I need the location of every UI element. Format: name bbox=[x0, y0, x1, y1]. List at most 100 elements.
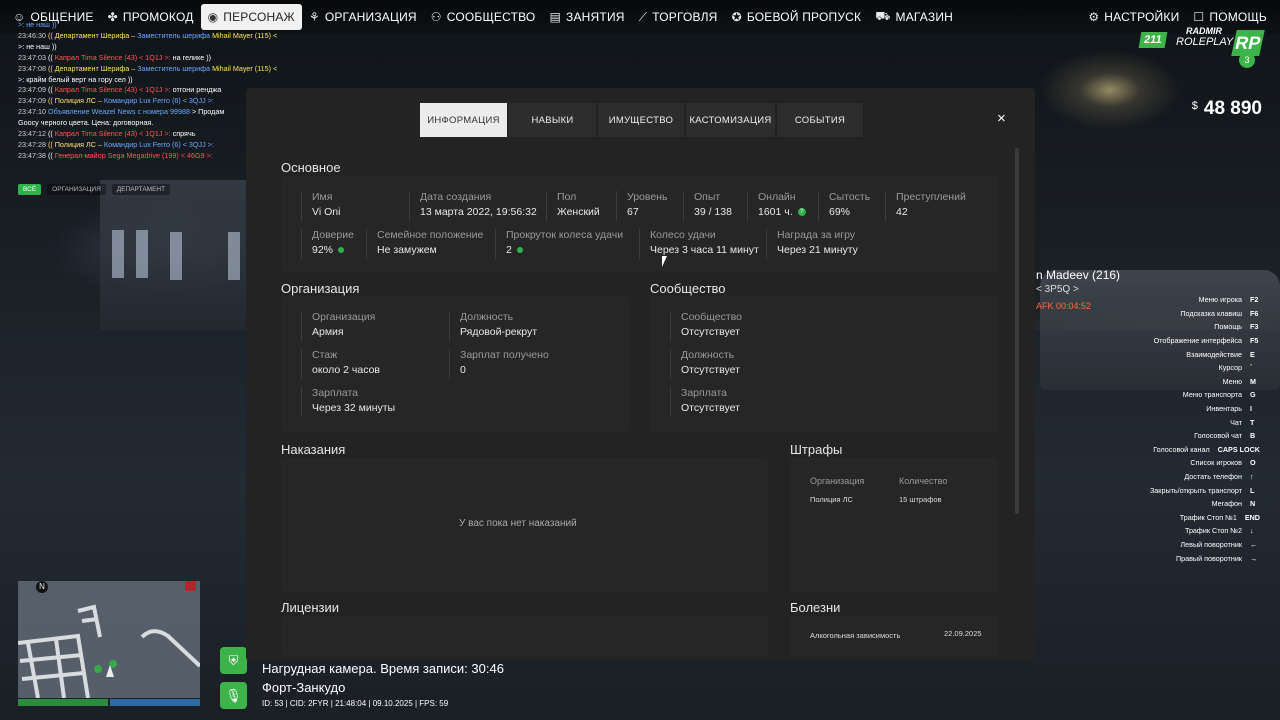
chat-segment: (( Полиция ЛС – bbox=[47, 139, 104, 149]
nav-label: МАГАЗИН bbox=[895, 10, 954, 24]
chat-tab[interactable]: ВСЁ bbox=[18, 184, 42, 195]
question-icon[interactable]: ? bbox=[797, 208, 806, 216]
field-satiety: Сытость 69% bbox=[818, 191, 870, 221]
field-value: Через 32 минуты bbox=[312, 402, 396, 414]
field-label: Онлайн bbox=[758, 191, 796, 203]
chat-message: 23:47:09(( Капрал Tima Silence (43) < 1Q… bbox=[18, 85, 278, 96]
nav-item-trade-chart[interactable]: ⟋ ТОРГОВЛЯ bbox=[632, 4, 725, 30]
nav-item-organization[interactable]: ⚘ ОРГАНИЗАЦИЯ bbox=[302, 4, 424, 30]
spins-value: 2 bbox=[506, 244, 512, 256]
chat-log: >: не наш )) 23:46:30(( Департамент Шериф… bbox=[18, 20, 278, 162]
chat-tab[interactable]: ОРГАНИЗАЦИЯ bbox=[47, 184, 106, 195]
character-modal: ИНФОРМАЦИЯ НАВЫКИ ИМУЩЕСТВО КАСТОМИЗАЦИЯ СОБ… bbox=[246, 88, 1035, 661]
keybind-label: Курсор bbox=[1218, 363, 1242, 373]
community-icon: ⚇ bbox=[430, 10, 442, 24]
chat-message: >: не наш )) bbox=[18, 20, 278, 31]
tab-кастомизация[interactable]: КАСТОМИЗАЦИЯ bbox=[686, 103, 775, 137]
field-community: Сообщество Отсутствует bbox=[670, 311, 742, 341]
field-value: Через 3 часа 11 минут bbox=[650, 244, 759, 256]
modal-tabs: ИНФОРМАЦИЯ НАВЫКИ ИМУЩЕСТВО КАСТОМИЗАЦИЯ СОБ… bbox=[420, 103, 865, 137]
chat-segment: 23:46:30 bbox=[18, 30, 46, 40]
chat-segment: > Продам bbox=[191, 107, 225, 117]
close-button[interactable]: × bbox=[997, 110, 1006, 127]
scrollbar[interactable] bbox=[1015, 148, 1019, 514]
session-status: ID: 53 | CID: 2FYR | 21:48:04 | 09.10.20… bbox=[262, 699, 449, 708]
nav-item-cart[interactable]: ⛟ МАГАЗИН bbox=[868, 4, 960, 30]
keybind-key: M bbox=[1250, 376, 1256, 386]
nav-item-clipboard[interactable]: ▤ ЗАНЯТИЯ bbox=[542, 4, 631, 30]
panel-fines: Организация Количество Полиция ЛС 15 штр… bbox=[790, 458, 998, 592]
minimap-alert-icon bbox=[185, 581, 196, 591]
section-title-community: Сообщество bbox=[650, 281, 726, 296]
keybind-hints: Меню игрока F2 Подсказка клавиш F6 Помощь F3 О… bbox=[1060, 293, 1260, 565]
panel-punishments: У вас пока нет наказаний bbox=[281, 458, 768, 592]
field-value: Армия bbox=[312, 326, 344, 338]
field-label: Сообщество bbox=[681, 311, 742, 323]
keybind-key: CAPS LOCK bbox=[1217, 444, 1260, 454]
chat-segment: (( Департамент Шерифа – bbox=[47, 30, 138, 40]
field-tenure: Стаж около 2 часов bbox=[301, 349, 380, 379]
field-label: Зарплат получено bbox=[460, 349, 549, 361]
chat-segment: 23:47:12 bbox=[18, 129, 46, 139]
keybind-row: Отображение интерфейса F5 bbox=[1060, 334, 1260, 348]
chat-segment: >: не наш )) bbox=[18, 41, 57, 51]
keybind-label: Меню bbox=[1222, 376, 1242, 386]
scrollbar-thumb[interactable] bbox=[1015, 148, 1019, 514]
money-display: $ 48 890 bbox=[1192, 98, 1262, 120]
tab-имущество[interactable]: ИМУЩЕСТВО bbox=[598, 103, 684, 137]
panel-organization: Организация Армия Должность Рядовой-рекр… bbox=[281, 296, 629, 432]
tab-навыки[interactable]: НАВЫКИ bbox=[509, 103, 596, 137]
keybind-row: Взаимодействие E bbox=[1060, 347, 1260, 361]
chat-tab[interactable]: ДЕПАРТАМЕНТ bbox=[111, 184, 171, 195]
chat-segment: Объявление Weazel News bbox=[47, 107, 138, 117]
keybind-row: Мегафон N bbox=[1060, 497, 1260, 511]
field-label: Доверие bbox=[312, 229, 354, 241]
field-value: Женский bbox=[557, 206, 600, 218]
nav-item-battle-pass[interactable]: ✪ БОЕВОЙ ПРОПУСК bbox=[725, 4, 869, 30]
keybind-key: T bbox=[1250, 417, 1255, 427]
field-online: Онлайн 1601 ч.? bbox=[747, 191, 806, 221]
tab-события[interactable]: СОБЫТИЯ bbox=[777, 103, 863, 137]
field-value: Отсутствует bbox=[681, 402, 740, 414]
chat-segment: >: крайм белый верт на горy сел )) bbox=[18, 74, 133, 84]
keybind-label: Взаимодействие bbox=[1186, 349, 1242, 359]
server-logo: 211 RADMIR ROLEPLAY RP 3 bbox=[1138, 26, 1268, 74]
help-chat-icon: ☐ bbox=[1193, 10, 1205, 24]
tab-информация[interactable]: ИНФОРМАЦИЯ bbox=[420, 103, 507, 137]
mouse-cursor-icon bbox=[662, 256, 667, 267]
fines-col-org: Организация bbox=[810, 476, 865, 486]
microphone-icon[interactable]: 🎙 bbox=[220, 682, 247, 709]
chat-segment: 23:47:03 bbox=[18, 52, 46, 62]
keybind-row: Помощь F3 bbox=[1060, 320, 1260, 334]
keybind-label: Чат bbox=[1230, 417, 1242, 427]
chat-segment: Goocy черного цвета. Цена: договорная. bbox=[18, 118, 154, 128]
chat-tabs: ВСЁ ОРГАНИЗАЦИЯ ДЕПАРТАМЕНТ bbox=[18, 184, 171, 195]
field-value: Через 21 минуту bbox=[777, 244, 858, 256]
keybind-row: Голосовой канал CAPS LOCK bbox=[1060, 443, 1260, 457]
keybind-label: Помощь bbox=[1214, 322, 1242, 332]
keybind-key: ↑ bbox=[1250, 472, 1254, 482]
field-label: Организация bbox=[312, 311, 376, 323]
nav-label: ТОРГОВЛЯ bbox=[652, 10, 718, 24]
nav-item-community[interactable]: ⚇ СООБЩЕСТВО bbox=[424, 4, 543, 30]
keybind-row: Меню транспорта G bbox=[1060, 388, 1260, 402]
keybind-row: Голосовой чат B bbox=[1060, 429, 1260, 443]
keybind-key: ↓ bbox=[1250, 526, 1254, 536]
field-value: Отсутствует bbox=[681, 326, 740, 338]
trade-chart-icon: ⟋ bbox=[638, 9, 648, 24]
chat-segment: >: не наш )) bbox=[18, 20, 57, 29]
chat-segment: 23:47:38 bbox=[18, 150, 46, 160]
shield-icon[interactable]: ⛨ bbox=[220, 647, 247, 674]
battle-pass-icon: ✪ bbox=[731, 10, 742, 24]
field-value: 67 bbox=[627, 206, 639, 218]
keybind-row: Меню игрока F2 bbox=[1060, 293, 1260, 307]
chat-message: 23:47:03(( Капрал Tima Silence (43) < 1Q… bbox=[18, 53, 278, 64]
keybind-label: Трафик Стоп №2 bbox=[1184, 526, 1242, 536]
chat-segment: (( bbox=[47, 85, 55, 95]
panel-diseases: Алкогольная зависимость 22.09.2025 bbox=[790, 616, 998, 656]
chat-segment: 23:47:10 bbox=[18, 107, 46, 117]
keybind-row: Список игроков O bbox=[1060, 456, 1260, 470]
keybind-row: Курсор ` bbox=[1060, 361, 1260, 375]
field-community-position: Должность Отсутствует bbox=[670, 349, 740, 379]
field-salary: Зарплата Через 32 минуты bbox=[301, 387, 395, 417]
